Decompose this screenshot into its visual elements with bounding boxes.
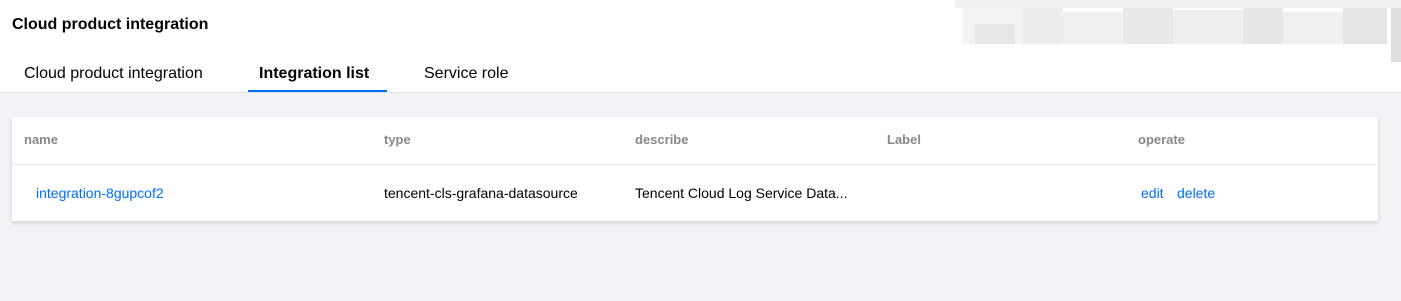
page-header: Cloud product integration Cloud product … [0, 0, 1401, 93]
column-header-describe: describe [635, 132, 689, 147]
integration-type: tencent-cls-grafana-datasource [384, 185, 578, 201]
integration-table: name type describe Label operate integra… [12, 117, 1378, 221]
integration-name-link[interactable]: integration-8gupcof2 [36, 165, 164, 221]
table-header: name type describe Label operate [12, 117, 1378, 165]
column-header-type: type [384, 132, 411, 147]
tab-service-role[interactable]: Service role [424, 56, 508, 92]
column-header-operate: operate [1138, 132, 1185, 147]
integration-description: Tencent Cloud Log Service Data... [635, 185, 848, 201]
table-row: integration-8gupcof2 tencent-cls-grafana… [12, 165, 1378, 221]
edit-button[interactable]: edit [1141, 165, 1164, 221]
tab-cloud-product-integration[interactable]: Cloud product integration [24, 56, 203, 92]
tab-integration-list[interactable]: Integration list [259, 56, 369, 92]
page-title: Cloud product integration [12, 16, 209, 33]
column-header-label: Label [887, 132, 921, 147]
redacted-area [955, 0, 1401, 62]
delete-button[interactable]: delete [1177, 165, 1215, 221]
column-header-name: name [24, 132, 58, 147]
active-tab-indicator [248, 90, 387, 92]
